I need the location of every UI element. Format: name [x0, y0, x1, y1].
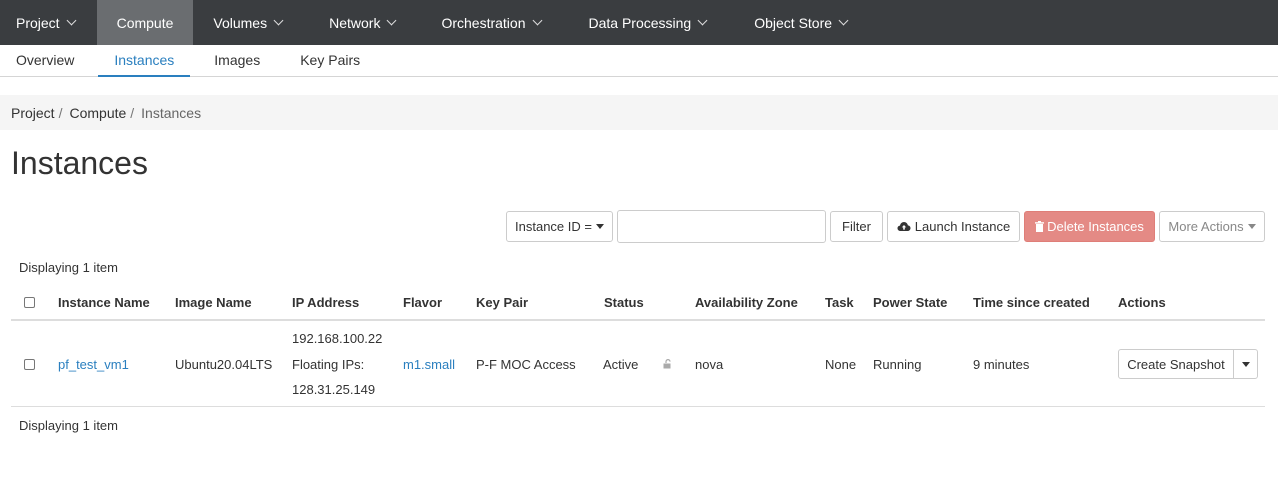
breadcrumb: Project / Compute / Instances	[0, 95, 1278, 130]
availability-zone: nova	[695, 357, 724, 372]
key-pair: P-F MOC Access	[476, 357, 576, 372]
page-title: Instances	[11, 145, 148, 181]
flavor-link[interactable]: m1.small	[403, 357, 455, 372]
chevron-down-icon	[387, 15, 397, 26]
nav-item-label: Orchestration	[441, 14, 526, 31]
nav-item-label: Compute	[116, 14, 174, 31]
tab-instances[interactable]: Instances	[98, 45, 191, 77]
nav-item-data-processing[interactable]: Data Processing	[567, 0, 733, 45]
tab-key-pairs[interactable]: Key Pairs	[284, 45, 376, 77]
delete-instances-label: Delete Instances	[1047, 219, 1144, 234]
tab-label: Instances	[114, 52, 175, 68]
chevron-down-icon	[697, 15, 708, 26]
create-snapshot-label: Create Snapshot	[1127, 356, 1225, 372]
ip-fixed: 192.168.100.22	[292, 331, 383, 346]
cloud-upload-icon	[897, 222, 911, 231]
caret-down-icon	[595, 224, 604, 229]
header-key-pair[interactable]: Key Pair	[476, 295, 528, 310]
nav-item-object-store[interactable]: Object Store	[732, 0, 873, 45]
status-text: Active	[603, 357, 639, 372]
header-power-state[interactable]: Power State	[873, 295, 947, 310]
item-count-top: Displaying 1 item	[19, 260, 118, 275]
nav-item-label: Data Processing	[588, 14, 692, 31]
nav-item-orchestration[interactable]: Orchestration	[421, 0, 566, 45]
header-task[interactable]: Task	[825, 295, 854, 310]
sub-navigation: Overview Instances Images Key Pairs	[0, 45, 1278, 77]
ip-floating-label: Floating IPs:	[292, 357, 365, 372]
filter-field-label: Instance ID =	[515, 219, 592, 234]
chevron-down-icon	[66, 15, 77, 26]
tab-overview[interactable]: Overview	[0, 45, 98, 77]
header-image-name[interactable]: Image Name	[175, 295, 252, 310]
caret-down-icon	[1241, 361, 1250, 367]
nav-item-project[interactable]: Project	[0, 0, 97, 45]
more-actions-button[interactable]: More Actions	[1159, 211, 1265, 242]
filter-button[interactable]: Filter	[830, 211, 883, 242]
image-name: Ubuntu20.04LTS	[175, 357, 273, 372]
filter-field-select[interactable]: Instance ID =	[506, 211, 613, 242]
header-actions: Actions	[1118, 295, 1166, 310]
tab-label: Key Pairs	[300, 52, 361, 68]
chevron-down-icon	[273, 15, 284, 26]
trash-icon	[1035, 221, 1045, 232]
filter-input[interactable]	[617, 210, 826, 243]
item-count-bottom: Displaying 1 item	[19, 418, 118, 433]
breadcrumb-compute[interactable]: Compute	[69, 105, 126, 121]
select-all-checkbox[interactable]	[24, 297, 35, 308]
instance-name-link[interactable]: pf_test_vm1	[58, 357, 129, 372]
instances-table: Instance Name Image Name IP Address Flav…	[11, 285, 1265, 407]
header-time-since-created[interactable]: Time since created	[973, 295, 1090, 310]
table-row: pf_test_vm1 Ubuntu20.04LTS 192.168.100.2…	[11, 321, 1265, 407]
header-availability-zone[interactable]: Availability Zone	[695, 295, 798, 310]
breadcrumb-separator: /	[130, 104, 135, 121]
row-actions-dropdown[interactable]	[1233, 349, 1258, 379]
tab-images[interactable]: Images	[190, 45, 284, 77]
breadcrumb-instances: Instances	[141, 104, 202, 121]
tab-label: Images	[214, 52, 261, 68]
header-ip-address[interactable]: IP Address	[292, 295, 359, 310]
nav-item-label: Object Store	[754, 14, 833, 31]
task: None	[825, 357, 857, 372]
row-select-checkbox[interactable]	[24, 359, 35, 370]
filter-button-label: Filter	[842, 219, 871, 234]
top-navigation: Project Compute Volumes Network Orchestr…	[0, 0, 1278, 45]
breadcrumb-project[interactable]: Project	[11, 105, 55, 121]
table-header: Instance Name Image Name IP Address Flav…	[11, 285, 1265, 321]
chevron-down-icon	[838, 15, 849, 26]
launch-instance-button[interactable]: Launch Instance	[887, 211, 1020, 242]
header-instance-name[interactable]: Instance Name	[58, 295, 150, 310]
chevron-down-icon	[532, 15, 542, 26]
nav-item-label: Project	[16, 14, 60, 31]
nav-item-label: Network	[329, 14, 381, 31]
ip-floating: 128.31.25.149	[292, 382, 376, 397]
header-status[interactable]: Status	[604, 295, 644, 310]
more-actions-label: More Actions	[1168, 219, 1244, 234]
time-since-created: 9 minutes	[973, 357, 1030, 372]
nav-item-compute[interactable]: Compute	[96, 0, 194, 45]
unlock-icon	[663, 359, 671, 369]
nav-item-volumes[interactable]: Volumes	[193, 0, 308, 45]
tab-label: Overview	[16, 52, 75, 68]
caret-down-icon	[1247, 224, 1256, 229]
launch-instance-label: Launch Instance	[914, 219, 1011, 234]
delete-instances-button[interactable]: Delete Instances	[1024, 211, 1155, 242]
create-snapshot-button[interactable]: Create Snapshot	[1118, 349, 1234, 379]
nav-item-network[interactable]: Network	[308, 0, 421, 45]
header-flavor[interactable]: Flavor	[403, 295, 442, 310]
power-state: Running	[873, 357, 922, 372]
nav-item-label: Volumes	[213, 14, 268, 31]
breadcrumb-separator: /	[58, 104, 63, 121]
